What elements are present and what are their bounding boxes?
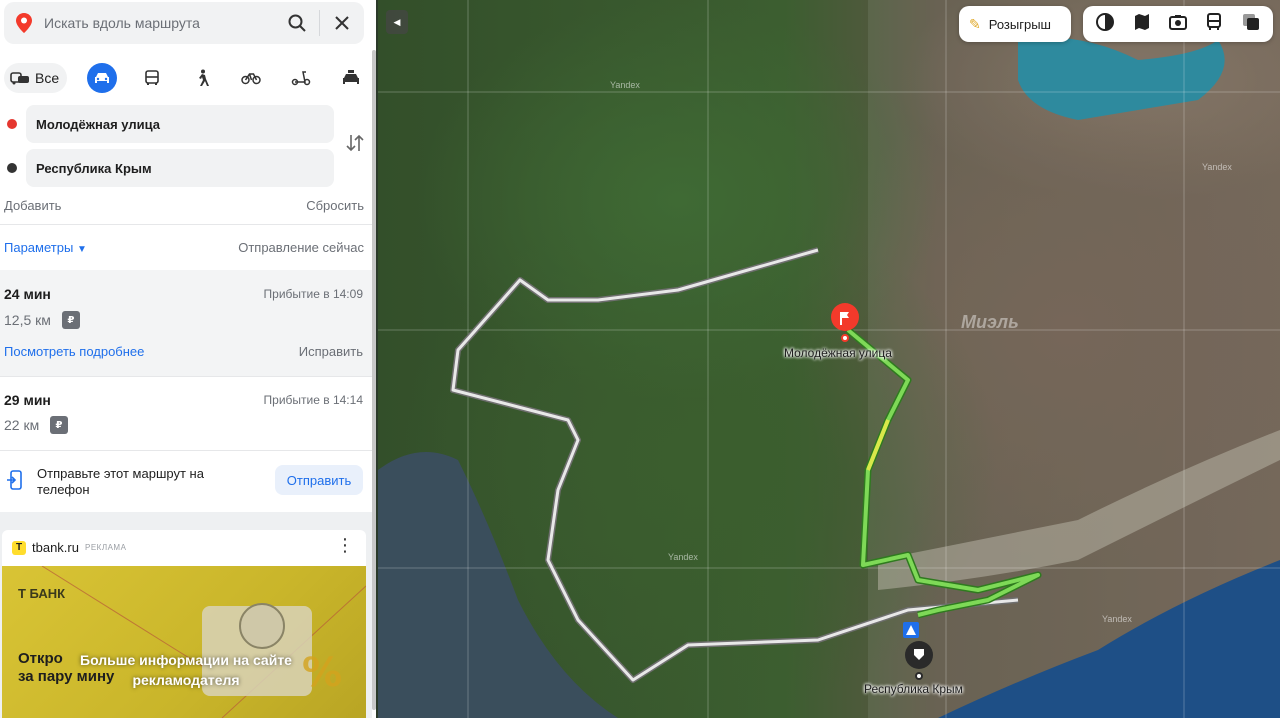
yandex-mark: Yandex — [1102, 614, 1132, 624]
watermark: Миэль — [961, 312, 1019, 332]
toll-road-icon: ₽ — [62, 311, 80, 329]
destination-marker[interactable] — [830, 302, 860, 347]
satellite-map[interactable]: Миэль 60679 Yandex Yandex Yandex Yandex … — [378, 0, 1280, 718]
route-arrival: Прибытие в 14:14 — [263, 393, 363, 407]
route-duration: 24 мин — [4, 286, 51, 302]
phone-icon — [6, 470, 22, 495]
waypoint-to-input[interactable]: Республика Крым — [26, 149, 334, 187]
collapse-sidebar-button[interactable]: ◀ — [386, 10, 408, 34]
departure-time[interactable]: Отправление сейчас — [238, 240, 364, 255]
camera-icon[interactable] — [1168, 12, 1188, 37]
waypoint-from[interactable]: Молодёжная улица — [4, 105, 344, 143]
yandex-mark: Yandex — [1202, 162, 1232, 172]
tbank-logo-icon: Т — [12, 540, 26, 555]
swap-waypoints-icon[interactable] — [344, 132, 366, 154]
close-icon[interactable] — [320, 2, 364, 44]
map-layers-icon[interactable] — [1095, 12, 1115, 37]
send-route-text: Отправьте этот маршрут на телефон — [37, 466, 204, 497]
walk-mode-button[interactable] — [187, 63, 217, 93]
params-dropdown[interactable]: Параметры ▼ — [4, 240, 87, 255]
svg-text:%: % — [302, 650, 342, 696]
bus-icon — [145, 70, 159, 85]
route-duration: 29 мин — [4, 392, 51, 408]
sidebar: Искать вдоль маршрута Все Молодёжная ули… — [0, 0, 376, 718]
taxi-icon — [343, 70, 360, 84]
waypoint-dot-dark — [7, 163, 17, 173]
chevron-down-icon: ▼ — [76, 244, 87, 255]
waypoint-from-input[interactable]: Молодёжная улица — [26, 105, 334, 143]
route-fix-link[interactable]: Исправить — [299, 344, 363, 359]
route-option-1[interactable]: 24 мин Прибытие в 14:09 12,5 км ₽ Посмот… — [0, 270, 372, 376]
giveaway-label: Розыгрыш — [988, 16, 1051, 32]
toll-road-icon: ₽ — [50, 416, 68, 434]
map-controls — [1083, 6, 1273, 42]
location-pin-icon — [4, 13, 44, 33]
ad-card[interactable]: Т tbank.ru РЕКЛАМА ⋮ % Т БАНК Откро за п… — [2, 530, 366, 718]
scooter-icon — [292, 71, 311, 86]
waypoint-actions: Добавить Сбросить — [4, 198, 364, 213]
panorama-icon[interactable] — [1132, 12, 1152, 37]
transport-modes: Все — [4, 62, 366, 94]
waypoint-to[interactable]: Республика Крым — [4, 149, 344, 187]
ad-brand: Т БАНК — [18, 586, 66, 601]
bus-mode-button[interactable] — [137, 63, 167, 93]
route-search-box[interactable]: Искать вдоль маршрута — [4, 2, 364, 44]
yandex-mark: Yandex — [610, 80, 640, 90]
route-arrival: Прибытие в 14:09 — [263, 287, 363, 301]
ad-overlay-text[interactable]: Больше информации на сайте рекламодателя — [76, 650, 296, 690]
route-details-link[interactable]: Посмотреть подробнее — [4, 344, 144, 359]
add-waypoint-link[interactable]: Добавить — [4, 198, 61, 213]
giveaway-button[interactable]: ✎ Розыгрыш — [959, 6, 1071, 42]
yandex-mark: Yandex — [668, 552, 698, 562]
search-input[interactable]: Искать вдоль маршрута — [44, 15, 275, 31]
pedestrian-icon — [198, 69, 209, 86]
search-icon[interactable] — [275, 2, 319, 44]
mode-all-button[interactable]: Все — [4, 63, 68, 93]
origin-label: Республика Крым — [864, 682, 963, 696]
ad-domain: tbank.ru — [32, 540, 79, 555]
car-bus-icon — [10, 72, 29, 85]
reset-link[interactable]: Сбросить — [306, 198, 364, 213]
route-distance: 12,5 км — [4, 312, 51, 328]
params-row: Параметры ▼ Отправление сейчас — [4, 240, 364, 255]
bicycle-icon — [241, 73, 262, 85]
origin-marker[interactable] — [904, 640, 934, 685]
transit-icon[interactable] — [1204, 12, 1224, 37]
destination-label: Молодёжная улица — [784, 346, 892, 360]
ad-banner[interactable]: % Т БАНК Откро за пару мину Больше инфор… — [2, 566, 366, 718]
ad-header: Т tbank.ru РЕКЛАМА — [12, 540, 126, 555]
route-distance: 22 км — [4, 417, 40, 433]
ticket-icon: ✎ — [969, 15, 981, 32]
bike-mode-button[interactable] — [237, 63, 267, 93]
ad-text-line1: Откро — [18, 650, 63, 667]
params-label: Параметры — [4, 240, 74, 255]
car-mode-button[interactable] — [87, 63, 117, 93]
mode-all-label: Все — [35, 70, 60, 86]
taxi-mode-button[interactable] — [336, 63, 366, 93]
more-options-icon[interactable]: ⋮ — [336, 536, 354, 554]
divider — [0, 224, 372, 225]
ad-tag: РЕКЛАМА — [84, 543, 127, 552]
layers-icon[interactable] — [1241, 12, 1261, 37]
scooter-mode-button[interactable] — [286, 63, 316, 93]
car-icon — [95, 73, 110, 83]
send-button[interactable]: Отправить — [275, 465, 363, 495]
route-option-2[interactable]: 29 мин Прибытие в 14:14 22 км ₽ — [0, 376, 372, 450]
scrollbar[interactable] — [372, 50, 376, 710]
waypoint-dot-red — [7, 119, 17, 129]
